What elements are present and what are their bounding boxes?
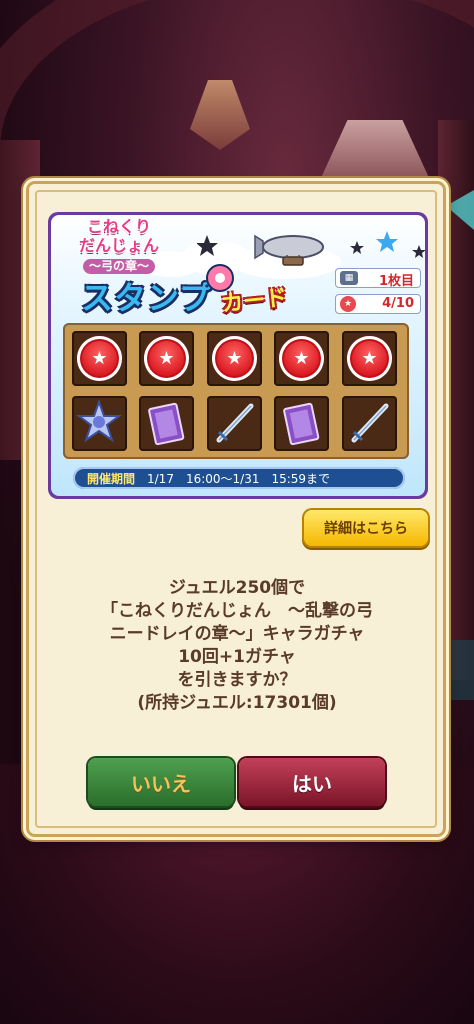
event-logo-title: こねくり (86, 217, 151, 236)
reward-slot (274, 396, 329, 451)
event-logo: こねくり だんじょん 〜弓の章〜 (67, 217, 171, 275)
stamp-slot: ★ (274, 331, 329, 386)
stamp-progress-pill: ★ 4/10 (335, 294, 421, 314)
message-line: 「こねくりだんじょん 〜乱撃の弓 (101, 601, 373, 621)
reward-slot (139, 396, 194, 451)
stamp-mark: ★ (77, 336, 122, 381)
jewel-balance: (所持ジュエル:17301個) (137, 693, 337, 713)
reward-slot (342, 396, 397, 451)
event-logo-subtitle: 〜弓の章〜 (82, 259, 155, 274)
sheet-count-value: 1枚目 (378, 274, 414, 289)
card-sheet-icon: ▦ (340, 271, 358, 285)
stamp-progress-value: 4/10 (382, 296, 414, 311)
stamp-mark: ★ (144, 336, 189, 381)
stamp-slot: ★ (207, 331, 262, 386)
stamp-card-body: こねくり だんじょん 〜弓の章〜 スタンプ カード ▦ 1枚目 ★ 4/10 ★… (51, 215, 425, 496)
stamp-mark: ★ (212, 336, 257, 381)
stamp-slot: ★ (139, 331, 194, 386)
stamp-title-text: スタンプ (81, 279, 213, 317)
stamp-icon: ★ (340, 296, 356, 312)
book-icon (148, 402, 185, 446)
balloon-icon (206, 264, 234, 292)
reward-slot (72, 396, 127, 451)
event-period-bar: 開催期間 1/17 16:00〜1/31 15:59まで (73, 467, 405, 489)
stamp-mark: ★ (279, 336, 324, 381)
event-logo-title: だんじょん (78, 236, 159, 255)
stamp-slot: ★ (72, 331, 127, 386)
reward-slot (207, 396, 262, 451)
period-label: 開催期間 (87, 472, 136, 486)
sword-icon (351, 403, 389, 443)
yes-button[interactable]: はい (239, 758, 385, 806)
message-line: ニードレイの章〜」キャラガチャ (109, 624, 365, 644)
details-button[interactable]: 詳細はこちら (304, 510, 428, 546)
period-dates: 1/17 16:00〜1/31 15:59まで (147, 472, 331, 486)
sheet-count-pill: ▦ 1枚目 (335, 268, 421, 289)
stamp-slot: ★ (342, 331, 397, 386)
book-icon (283, 402, 320, 446)
message-line: ジュエル250個で (168, 578, 306, 598)
stamp-card-title: スタンプ カード (81, 264, 321, 317)
gacha-confirm-message: ジュエル250個で 「こねくりだんじょん 〜乱撃の弓 ニードレイの章〜」キャラガ… (60, 577, 414, 715)
message-line: 10回+1ガチャ (178, 647, 296, 667)
message-line: を引きますか？ (177, 670, 297, 690)
stamp-card-banner: こねくり だんじょん 〜弓の章〜 スタンプ カード ▦ 1枚目 ★ 4/10 ★… (48, 212, 428, 499)
star-crystal-icon (76, 399, 122, 443)
sword-icon (216, 403, 254, 443)
stamp-mark: ★ (347, 336, 392, 381)
stamp-grid: ★ ★ ★ ★ ★ (63, 323, 409, 459)
no-button[interactable]: いいえ (88, 758, 234, 806)
